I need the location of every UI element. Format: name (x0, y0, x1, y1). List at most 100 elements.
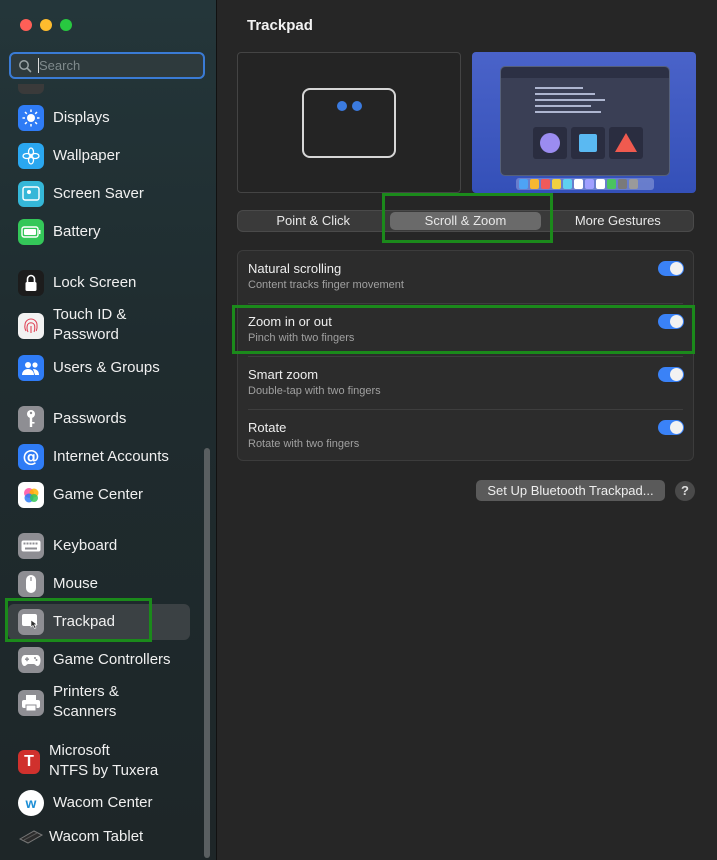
set-up-bluetooth-trackpad-button[interactable]: Set Up Bluetooth Trackpad... (476, 480, 665, 501)
appearance-icon-partial (18, 84, 44, 94)
sidebar-item-users-groups[interactable]: Users & Groups (8, 350, 190, 386)
setting-subtitle: Double-tap with two fingers (248, 385, 381, 397)
sidebar-item-keyboard[interactable]: Keyboard (8, 528, 190, 564)
wacom-icon: w (18, 790, 44, 816)
gesture-video-preview (472, 52, 696, 193)
gamepad-icon (18, 647, 44, 673)
users-icon (18, 355, 44, 381)
toggle-knob (670, 262, 683, 275)
sidebar-item-wacom-tablet[interactable]: Wacom Tablet (8, 819, 190, 855)
sidebar-item-label: Keyboard (53, 537, 118, 554)
key-icon (18, 406, 44, 432)
preview-text-line (535, 111, 601, 113)
toggle-knob (670, 421, 683, 434)
sidebar-item-printers-scanners[interactable]: Printers & Scanners (8, 682, 190, 724)
preview-window-bar (501, 67, 669, 78)
sidebar-item-battery[interactable]: Battery (8, 214, 190, 250)
zoom-window-button[interactable] (60, 19, 72, 31)
sidebar-item-displays[interactable]: Displays (8, 100, 190, 136)
minimize-window-button[interactable] (40, 19, 52, 31)
sidebar-item-label: Passwords (53, 410, 127, 427)
search-input[interactable] (39, 58, 189, 73)
sidebar-item-wacom-center[interactable]: w Wacom Center (8, 785, 190, 821)
setting-title: Smart zoom (248, 367, 319, 382)
setting-row-natural-scrolling: Natural scrolling Content tracks finger … (238, 251, 693, 304)
rotate-toggle[interactable] (658, 420, 684, 435)
sidebar-item-mouse[interactable]: Mouse (8, 566, 190, 602)
sidebar-item-label: Wallpaper (53, 147, 120, 164)
main-pane: Trackpad Point & Click Scroll & Zoom Mor… (217, 0, 717, 860)
sidebar-item-label: Internet Accounts (53, 448, 169, 465)
sidebar-item-label: Displays (53, 109, 110, 126)
keyboard-icon (18, 533, 44, 559)
sun-icon (18, 105, 44, 131)
page-title: Trackpad (247, 17, 313, 34)
trackpad-icon (18, 609, 44, 635)
printer-icon (18, 690, 44, 716)
natural-scrolling-toggle[interactable] (658, 261, 684, 276)
search-field[interactable] (9, 52, 205, 79)
battery-icon (18, 219, 44, 245)
sidebar-item-passwords[interactable]: Passwords (8, 401, 190, 437)
sidebar: Displays Wallpaper Screen Saver Battery (0, 0, 217, 860)
setting-title: Rotate (248, 420, 287, 435)
setting-row-zoom: Zoom in or out Pinch with two fingers (238, 304, 693, 357)
sidebar-item-label: Printers & Scanners (53, 683, 119, 720)
setting-row-rotate: Rotate Rotate with two fingers (238, 410, 693, 463)
setting-title: Natural scrolling (248, 261, 342, 276)
tuxera-icon: T (18, 750, 40, 774)
tab-more-gestures[interactable]: More Gestures (543, 212, 693, 230)
finger-dot (337, 101, 347, 111)
toggle-knob (670, 315, 683, 328)
preview-text-line (535, 99, 605, 101)
trackpad-illustration (302, 88, 396, 158)
preview-tile (609, 127, 643, 159)
setting-subtitle: Rotate with two fingers (248, 438, 360, 450)
sidebar-item-game-controllers[interactable]: Game Controllers (8, 642, 190, 678)
preview-text-line (535, 87, 583, 89)
sidebar-item-label: Screen Saver (53, 185, 144, 202)
sidebar-item-screen-saver[interactable]: Screen Saver (8, 176, 190, 212)
tab-bar: Point & Click Scroll & Zoom More Gesture… (237, 210, 694, 232)
window-controls (20, 19, 72, 31)
preview-tile (533, 127, 567, 159)
fingerprint-icon (18, 313, 44, 339)
sidebar-item-wallpaper[interactable]: Wallpaper (8, 138, 190, 174)
preview-text-line (535, 93, 595, 95)
sidebar-item-label: Microsoft NTFS by Tuxera (49, 742, 159, 779)
sidebar-item-trackpad[interactable]: Trackpad (8, 604, 190, 640)
setting-title: Zoom in or out (248, 314, 332, 329)
lock-icon (18, 270, 44, 296)
setting-subtitle: Content tracks finger movement (248, 279, 404, 291)
sidebar-item-lock-screen[interactable]: Lock Screen (8, 265, 190, 301)
screensaver-icon (18, 181, 44, 207)
preview-tile (571, 127, 605, 159)
smart-zoom-toggle[interactable] (658, 367, 684, 382)
sidebar-scrollbar[interactable] (204, 448, 210, 858)
help-button[interactable]: ? (675, 481, 695, 501)
toggle-knob (670, 368, 683, 381)
sidebar-item-label: Trackpad (53, 613, 115, 630)
sidebar-item-game-center[interactable]: Game Center (8, 477, 190, 513)
sidebar-item-label: Game Center (53, 486, 144, 503)
sidebar-item-ntfs-tuxera[interactable]: T Microsoft NTFS by Tuxera (8, 741, 190, 783)
tab-point-click[interactable]: Point & Click (238, 212, 388, 230)
preview-text-line (535, 105, 591, 107)
game-center-icon (18, 482, 44, 508)
tablet-icon (18, 824, 44, 850)
mouse-icon (18, 571, 44, 597)
sidebar-item-label: Mouse (53, 575, 99, 592)
tab-scroll-zoom[interactable]: Scroll & Zoom (390, 212, 541, 230)
preview-dock (516, 178, 654, 190)
setting-row-smart-zoom: Smart zoom Double-tap with two fingers (238, 357, 693, 410)
sidebar-item-label: Game Controllers (53, 651, 171, 668)
sidebar-item-internet-accounts[interactable]: @ Internet Accounts (8, 439, 190, 475)
zoom-toggle[interactable] (658, 314, 684, 329)
sidebar-item-label: Users & Groups (53, 359, 160, 376)
close-window-button[interactable] (20, 19, 32, 31)
at-icon: @ (18, 444, 44, 470)
sidebar-item-label: Lock Screen (53, 274, 137, 291)
settings-group: Natural scrolling Content tracks finger … (237, 250, 694, 461)
sidebar-item-touch-id[interactable]: Touch ID & Password (8, 305, 190, 347)
sidebar-item-label: Wacom Tablet (49, 828, 144, 845)
